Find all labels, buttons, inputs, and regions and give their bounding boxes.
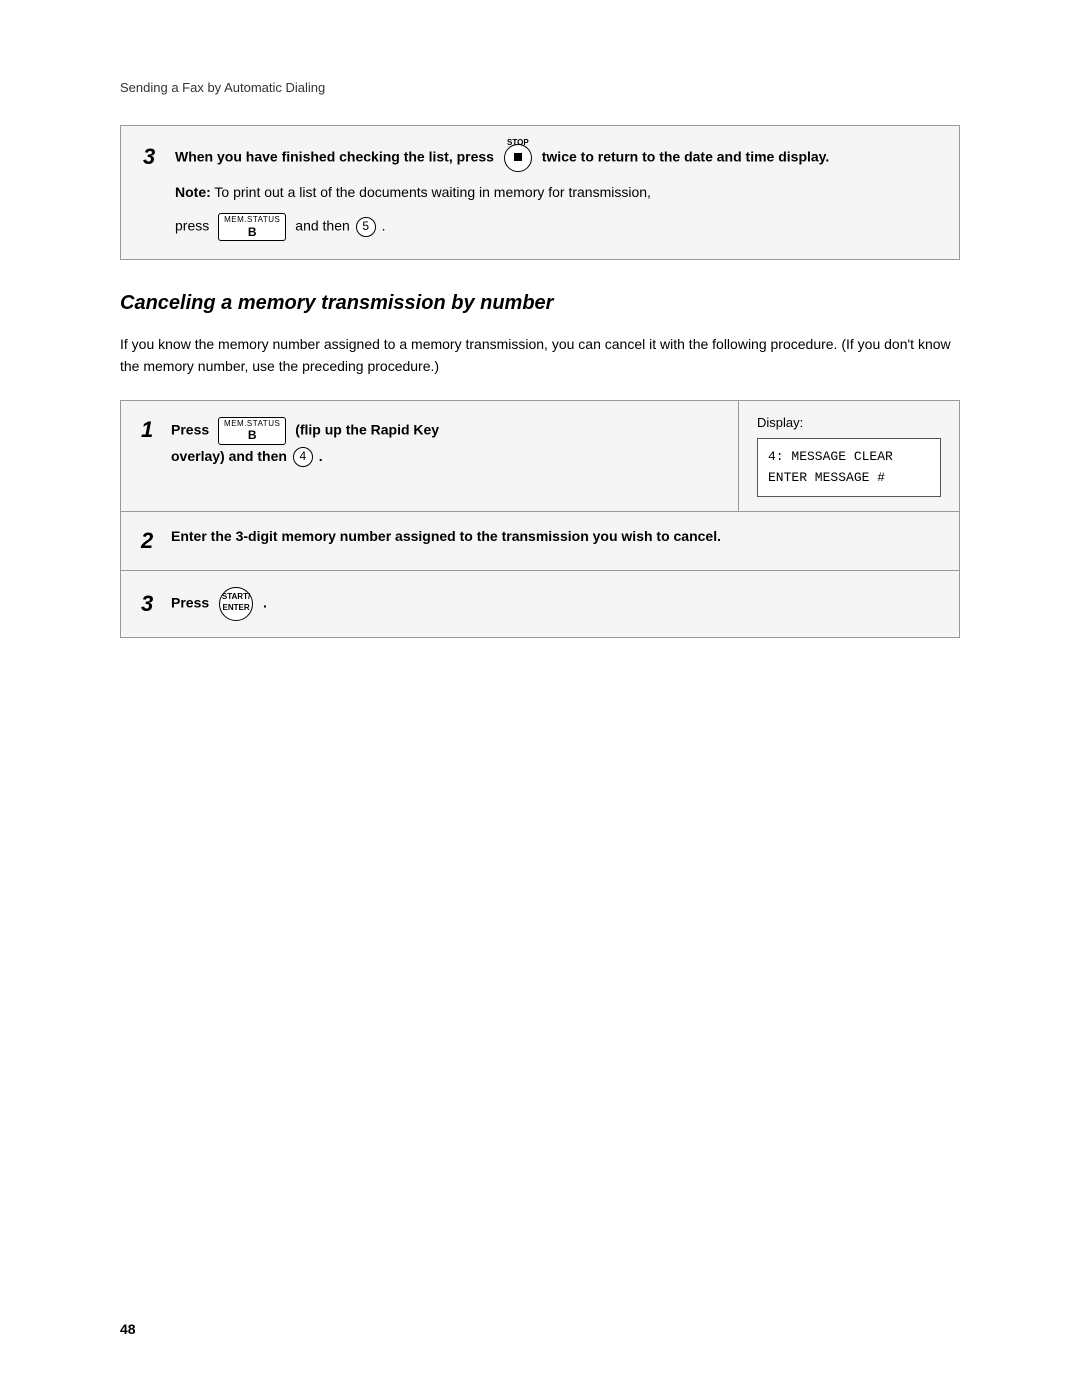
top-step-bold-suffix: twice to return to the date and time dis… [542, 149, 830, 165]
four-key: 4 [293, 447, 313, 467]
step-3-period: . [263, 595, 267, 611]
top-note-line: Note: To print out a list of the documen… [175, 182, 937, 203]
five-key: 5 [356, 217, 376, 237]
note-label: Note: [175, 184, 211, 200]
press-label: press [175, 218, 209, 234]
breadcrumb: Sending a Fax by Automatic Dialing [120, 80, 960, 95]
top-step-row: 3 When you have finished checking the li… [143, 144, 937, 241]
mem-status-b-button-1: MEM.STATUS B [218, 417, 286, 445]
step-1-press-label: Press [171, 421, 209, 437]
step-1-right: Display: 4: MESSAGE CLEAR ENTER MESSAGE … [739, 401, 959, 512]
mem-status-b-button-top: MEM.STATUS B [218, 213, 286, 241]
page-number: 48 [120, 1321, 136, 1337]
display-line-2: ENTER MESSAGE # [768, 468, 930, 489]
top-instruction-box: 3 When you have finished checking the li… [120, 125, 960, 260]
mem-status-main-1: B [248, 428, 257, 442]
mem-status-top-label: MEM.STATUS [224, 215, 280, 225]
step-3-row: 3 Press START/ ENTER . [121, 571, 959, 637]
step-1-left: 1 Press MEM.STATUS B (flip up the Rapid … [121, 401, 739, 512]
step-2-full: 2 Enter the 3-digit memory number assign… [121, 512, 741, 570]
step-2-content: Enter the 3-digit memory number assigned… [171, 528, 721, 544]
stop-button: STOP [504, 144, 532, 172]
top-press-line: press MEM.STATUS B and then 5 . [175, 213, 937, 241]
top-step-main-text: When you have finished checking the list… [175, 144, 937, 172]
start-enter-button: START/ ENTER [219, 587, 253, 621]
display-label: Display: [757, 415, 941, 430]
step-2-text: Enter the 3-digit memory number assigned… [171, 528, 721, 544]
page: Sending a Fax by Automatic Dialing 3 Whe… [0, 0, 1080, 1397]
stop-label: STOP [507, 131, 529, 155]
step-3-full: 3 Press START/ ENTER . [121, 571, 287, 637]
top-step-content: When you have finished checking the list… [175, 144, 937, 241]
note-text: To print out a list of the documents wai… [214, 184, 651, 200]
step-1-number: 1 [141, 417, 163, 443]
section-heading: Canceling a memory transmission by numbe… [120, 292, 960, 315]
step-1-content: Press MEM.STATUS B (flip up the Rapid Ke… [171, 417, 439, 469]
step-1-mid-text: (flip up the Rapid Key [295, 421, 439, 437]
start-label: START/ [220, 592, 252, 602]
section-description: If you know the memory number assigned t… [120, 333, 960, 378]
step-2-row: 2 Enter the 3-digit memory number assign… [121, 512, 959, 571]
mem-status-main-label: B [248, 225, 257, 239]
step-1-row: 1 Press MEM.STATUS B (flip up the Rapid … [121, 401, 959, 513]
display-box: 4: MESSAGE CLEAR ENTER MESSAGE # [757, 438, 941, 498]
step-3-content: Press START/ ENTER . [171, 587, 267, 621]
breadcrumb-text: Sending a Fax by Automatic Dialing [120, 80, 325, 95]
step-1-overlay-text: overlay) and then [171, 448, 287, 464]
top-step-number: 3 [143, 144, 165, 170]
enter-label: ENTER [220, 603, 252, 613]
mem-status-top-1: MEM.STATUS [224, 419, 280, 429]
step-3-number: 3 [141, 591, 163, 617]
step-2-number: 2 [141, 528, 163, 554]
step-3-press: Press [171, 595, 209, 611]
and-then-label: and then [295, 218, 350, 234]
top-step-bold-pre: When you have finished checking the list… [175, 149, 494, 165]
steps-box: 1 Press MEM.STATUS B (flip up the Rapid … [120, 400, 960, 639]
display-line-1: 4: MESSAGE CLEAR [768, 447, 930, 468]
